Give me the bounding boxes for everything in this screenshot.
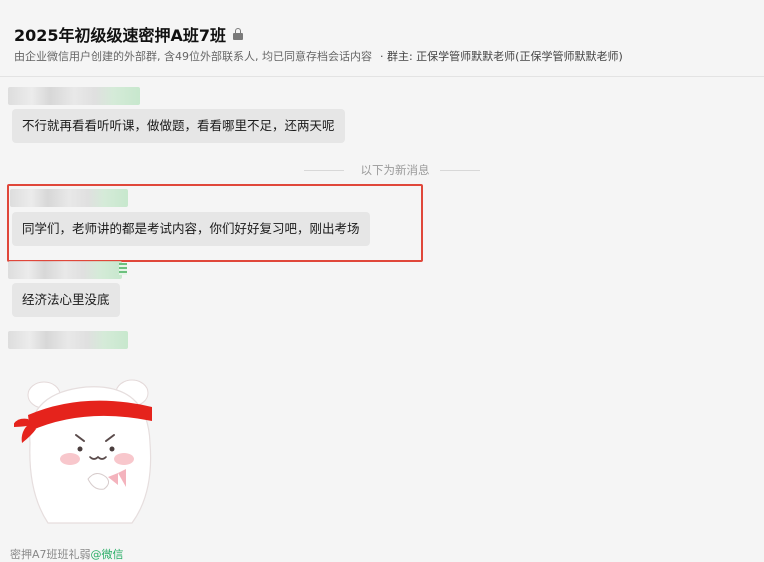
message-bubble[interactable]: 同学们，老师讲的都是考试内容，你们好好复习吧，刚出考场 <box>12 212 370 246</box>
sender-name-blurred <box>10 189 128 207</box>
message-bubble[interactable]: 经济法心里没底 <box>12 283 120 317</box>
group-description: 由企业微信用户创建的外部群, 含49位外部联系人, 均已同意存档会话内容 <box>14 50 372 63</box>
sender-name-bottom: 密押A7班班礼弱@微信 <box>10 546 124 562</box>
wechat-tag-mark <box>119 263 127 275</box>
divider-label: 以下为新消息 <box>360 163 430 177</box>
message-list[interactable]: 不行就再看看听听课，做做题，看看哪里不足，还两天呢 以下为新消息 同学们，老师讲… <box>0 77 764 561</box>
group-title[interactable]: 2025年初级级速密押A班7班 <box>14 22 226 46</box>
group-subtitle: 由企业微信用户创建的外部群, 含49位外部联系人, 均已同意存档会话内容 · 群主… <box>14 48 623 64</box>
message-bubble[interactable]: 不行就再看看听听课，做做题，看看哪里不足，还两天呢 <box>12 109 345 143</box>
lock-icon <box>233 28 244 40</box>
red-headband-bear-sticker[interactable] <box>14 373 164 533</box>
sender-name-blurred <box>8 261 122 279</box>
sender-name[interactable]: 密押A7班班礼弱 <box>10 548 91 561</box>
new-messages-divider: 以下为新消息 <box>0 162 764 178</box>
group-owner[interactable]: · 群主: 正保学管师默默老师(正保学管师默默老师) <box>380 50 623 63</box>
title-row: 2025年初级级速密押A班7班 <box>14 22 244 46</box>
at-symbol: @ <box>90 548 102 561</box>
sender-name-blurred <box>8 331 128 349</box>
wechat-label: 微信 <box>101 548 124 561</box>
sender-name-blurred <box>8 87 140 105</box>
chat-header: 2025年初级级速密押A班7班 由企业微信用户创建的外部群, 含49位外部联系人… <box>0 0 764 77</box>
